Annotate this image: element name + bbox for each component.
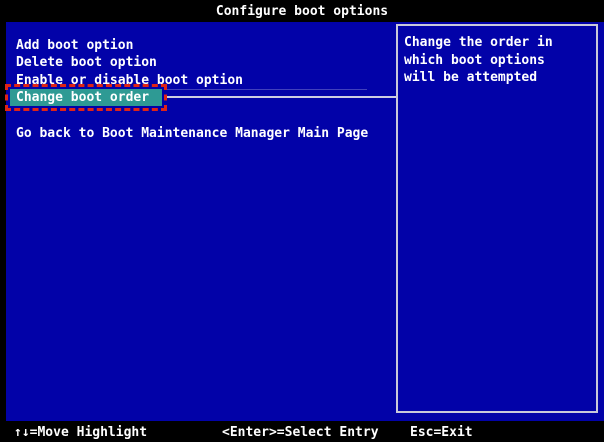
- main-area: Add boot option Delete boot option Enabl…: [6, 22, 604, 421]
- menu-item-add-boot-option[interactable]: Add boot option: [16, 37, 133, 54]
- menu-item-go-back-main-page[interactable]: Go back to Boot Maintenance Manager Main…: [16, 125, 368, 142]
- help-text-line: which boot options: [404, 52, 596, 70]
- selection-connector-line: [167, 96, 396, 98]
- footer-hint-bar: ↑↓=Move Highlight <Enter>=Select Entry E…: [0, 421, 604, 442]
- title-bar: Configure boot options: [0, 0, 604, 22]
- footer-hint-select-entry: <Enter>=Select Entry: [222, 424, 379, 441]
- menu-item-delete-boot-option[interactable]: Delete boot option: [16, 54, 157, 71]
- help-text-line: will be attempted: [404, 69, 596, 87]
- footer-hint-move-highlight: ↑↓=Move Highlight: [14, 424, 147, 441]
- help-panel: Change the order in which boot options w…: [396, 24, 598, 413]
- bios-screen: { "title": "Configure boot options", "me…: [0, 0, 604, 442]
- menu-item-enable-disable-boot-option[interactable]: Enable or disable boot option: [16, 72, 243, 89]
- menu-item-change-boot-order[interactable]: Change boot order: [10, 89, 162, 106]
- help-text-line: Change the order in: [404, 34, 596, 52]
- page-title: Configure boot options: [216, 4, 388, 19]
- footer-hint-esc-exit: Esc=Exit: [410, 424, 473, 441]
- selection-connector-line-faint: [167, 89, 367, 90]
